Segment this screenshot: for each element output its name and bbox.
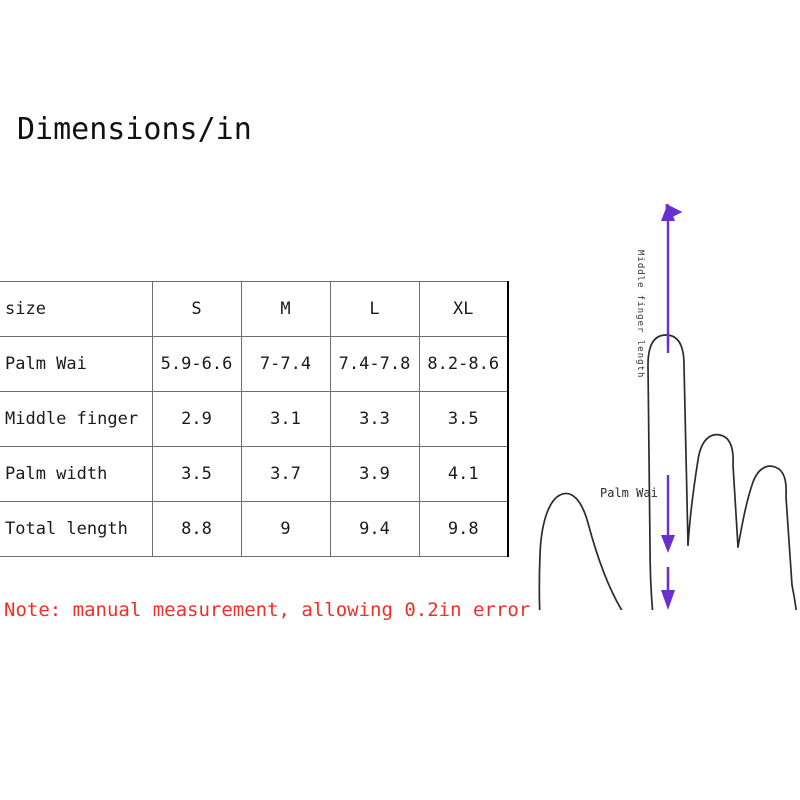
table-row: Palm width 3.5 3.7 3.9 4.1 bbox=[0, 446, 509, 502]
table-header-s: S bbox=[152, 281, 242, 337]
table-header-m: M bbox=[241, 281, 331, 337]
cell-palm-width-m: 3.7 bbox=[241, 446, 331, 502]
cell-palm-wai-s: 5.9-6.6 bbox=[152, 336, 242, 392]
table-header-row: size S M L XL bbox=[0, 281, 509, 337]
table-header-size: size bbox=[0, 281, 153, 337]
palm-wai-label: Palm Wai bbox=[600, 486, 658, 500]
cell-palm-width-l: 3.9 bbox=[330, 446, 420, 502]
size-chart-page: Dimensions/in size S M L XL Palm Wai 5.9… bbox=[0, 0, 800, 800]
cell-total-length-s: 8.8 bbox=[152, 501, 242, 557]
measurement-note: Note: manual measurement, allowing 0.2in… bbox=[4, 599, 531, 621]
row-label-middle-finger: Middle finger bbox=[0, 391, 153, 447]
cell-middle-finger-m: 3.1 bbox=[241, 391, 331, 447]
hand-measurement-diagram bbox=[498, 185, 800, 610]
size-table: size S M L XL Palm Wai 5.9-6.6 7-7.4 7.4… bbox=[0, 281, 509, 557]
row-label-palm-width: Palm width bbox=[0, 446, 153, 502]
cell-total-length-m: 9 bbox=[241, 501, 331, 557]
row-label-palm-wai: Palm Wai bbox=[0, 336, 153, 392]
cell-total-length-xl: 9.8 bbox=[419, 501, 509, 557]
middle-finger-length-label: Middle finger length bbox=[635, 250, 645, 379]
total-length-arrow bbox=[661, 567, 675, 610]
table-row: Total length 8.8 9 9.4 9.8 bbox=[0, 501, 509, 557]
cell-palm-wai-xl: 8.2-8.6 bbox=[419, 336, 509, 392]
cell-total-length-l: 9.4 bbox=[330, 501, 420, 557]
cell-palm-width-s: 3.5 bbox=[152, 446, 242, 502]
page-title: Dimensions/in bbox=[17, 112, 252, 147]
cell-middle-finger-l: 3.3 bbox=[330, 391, 420, 447]
table-row: Palm Wai 5.9-6.6 7-7.4 7.4-7.8 8.2-8.6 bbox=[0, 336, 509, 392]
cell-palm-width-xl: 4.1 bbox=[419, 446, 509, 502]
cell-palm-wai-m: 7-7.4 bbox=[241, 336, 331, 392]
cell-middle-finger-xl: 3.5 bbox=[419, 391, 509, 447]
table-row: Middle finger 2.9 3.1 3.3 3.5 bbox=[0, 391, 509, 447]
middle-finger-arrow-head-down bbox=[661, 535, 675, 553]
cell-palm-wai-l: 7.4-7.8 bbox=[330, 336, 420, 392]
hand-outline-path bbox=[538, 334, 798, 610]
cell-middle-finger-s: 2.9 bbox=[152, 391, 242, 447]
row-label-total-length: Total length bbox=[0, 501, 153, 557]
table-header-l: L bbox=[330, 281, 420, 337]
table-header-xl: XL bbox=[419, 281, 509, 337]
middle-finger-arrow-head-up bbox=[661, 203, 675, 221]
